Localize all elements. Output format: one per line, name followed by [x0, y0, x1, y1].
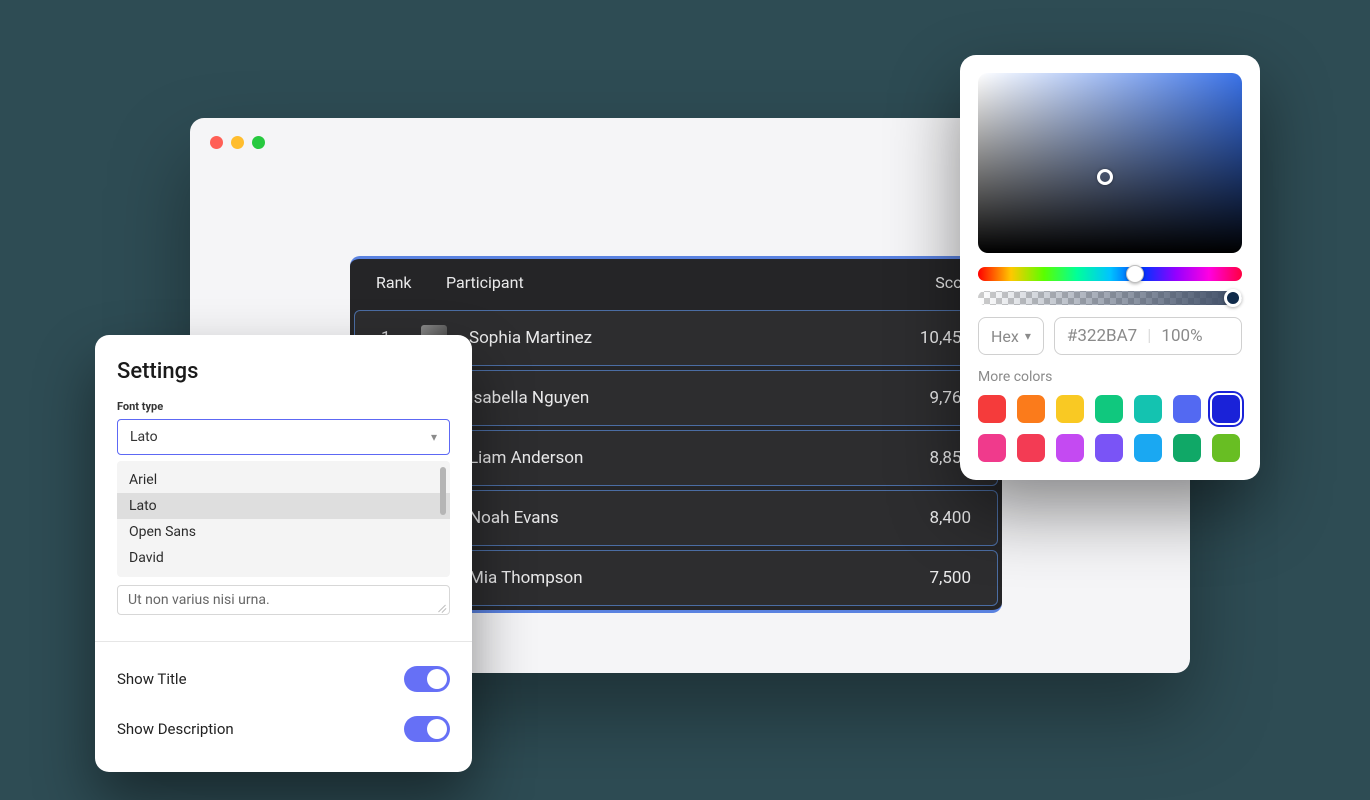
- color-swatch[interactable]: [1056, 395, 1084, 423]
- score-cell: 9,760: [881, 388, 971, 408]
- font-option[interactable]: Open Sans: [117, 519, 450, 545]
- hex-input[interactable]: #322BA7 | 100%: [1054, 317, 1242, 355]
- color-swatch[interactable]: [1095, 434, 1123, 462]
- chevron-down-icon: ▾: [1025, 329, 1031, 343]
- header-rank: Rank: [376, 273, 446, 292]
- participant-cell: Noah Evans: [469, 508, 881, 528]
- alpha-value: 100%: [1161, 326, 1202, 346]
- score-cell: 8,850: [881, 448, 971, 468]
- show-title-row: Show Title: [117, 654, 450, 704]
- font-type-select[interactable]: Lato ▾: [117, 419, 450, 455]
- minimize-icon[interactable]: [231, 136, 244, 149]
- header-participant: Participant: [446, 273, 896, 292]
- color-swatch[interactable]: [1173, 395, 1201, 423]
- description-value: Ut non varius nisi urna.: [128, 592, 270, 608]
- participant-cell: Mia Thompson: [469, 568, 881, 588]
- color-format-select[interactable]: Hex ▾: [978, 317, 1044, 355]
- color-format-value: Hex: [991, 327, 1019, 346]
- score-cell: 10,450: [881, 328, 971, 348]
- show-title-label: Show Title: [117, 670, 187, 688]
- font-type-label: Font type: [117, 400, 450, 413]
- color-swatch[interactable]: [1134, 395, 1162, 423]
- color-swatch[interactable]: [1212, 434, 1240, 462]
- divider: [95, 641, 472, 642]
- score-cell: 7,500: [881, 568, 971, 588]
- hue-slider[interactable]: [978, 267, 1242, 281]
- color-swatch[interactable]: [1017, 434, 1045, 462]
- description-textarea[interactable]: Ut non varius nisi urna.: [117, 585, 450, 615]
- maximize-icon[interactable]: [252, 136, 265, 149]
- color-swatch[interactable]: [1212, 395, 1240, 423]
- color-swatch[interactable]: [978, 434, 1006, 462]
- font-option[interactable]: Ariel: [117, 467, 450, 493]
- hue-thumb[interactable]: [1126, 265, 1144, 283]
- font-option[interactable]: David: [117, 545, 450, 571]
- color-canvas[interactable]: [978, 73, 1242, 253]
- color-swatch[interactable]: [1017, 395, 1045, 423]
- color-picker: Hex ▾ #322BA7 | 100% More colors: [960, 55, 1260, 480]
- participant-cell: Isabella Nguyen: [469, 388, 881, 408]
- score-cell: 8,400: [881, 508, 971, 528]
- font-option[interactable]: Lato: [117, 493, 450, 519]
- close-icon[interactable]: [210, 136, 223, 149]
- separator: |: [1147, 326, 1151, 346]
- participant-cell: Liam Anderson: [469, 448, 881, 468]
- resize-handle-icon[interactable]: [437, 602, 447, 612]
- color-swatch[interactable]: [978, 395, 1006, 423]
- color-swatch[interactable]: [1095, 395, 1123, 423]
- more-colors-label: More colors: [978, 369, 1242, 385]
- alpha-slider[interactable]: [978, 291, 1242, 305]
- alpha-thumb[interactable]: [1224, 289, 1242, 307]
- settings-panel: Settings Font type Lato ▾ ArielLatoOpen …: [95, 335, 472, 772]
- show-description-label: Show Description: [117, 720, 234, 738]
- color-swatch[interactable]: [1173, 434, 1201, 462]
- chevron-down-icon: ▾: [431, 430, 437, 444]
- color-cursor-icon[interactable]: [1097, 169, 1113, 185]
- show-description-toggle[interactable]: [404, 716, 450, 742]
- show-title-toggle[interactable]: [404, 666, 450, 692]
- table-header: Rank Participant Score: [350, 259, 1002, 306]
- show-description-row: Show Description: [117, 704, 450, 754]
- participant-cell: Sophia Martinez: [469, 328, 881, 348]
- color-swatch[interactable]: [1134, 434, 1162, 462]
- settings-title: Settings: [117, 359, 450, 384]
- scrollbar-thumb[interactable]: [440, 467, 446, 515]
- hex-value: #322BA7: [1067, 326, 1137, 346]
- color-swatch[interactable]: [1056, 434, 1084, 462]
- font-type-dropdown: ArielLatoOpen SansDavid: [117, 461, 450, 577]
- font-type-value: Lato: [130, 429, 158, 445]
